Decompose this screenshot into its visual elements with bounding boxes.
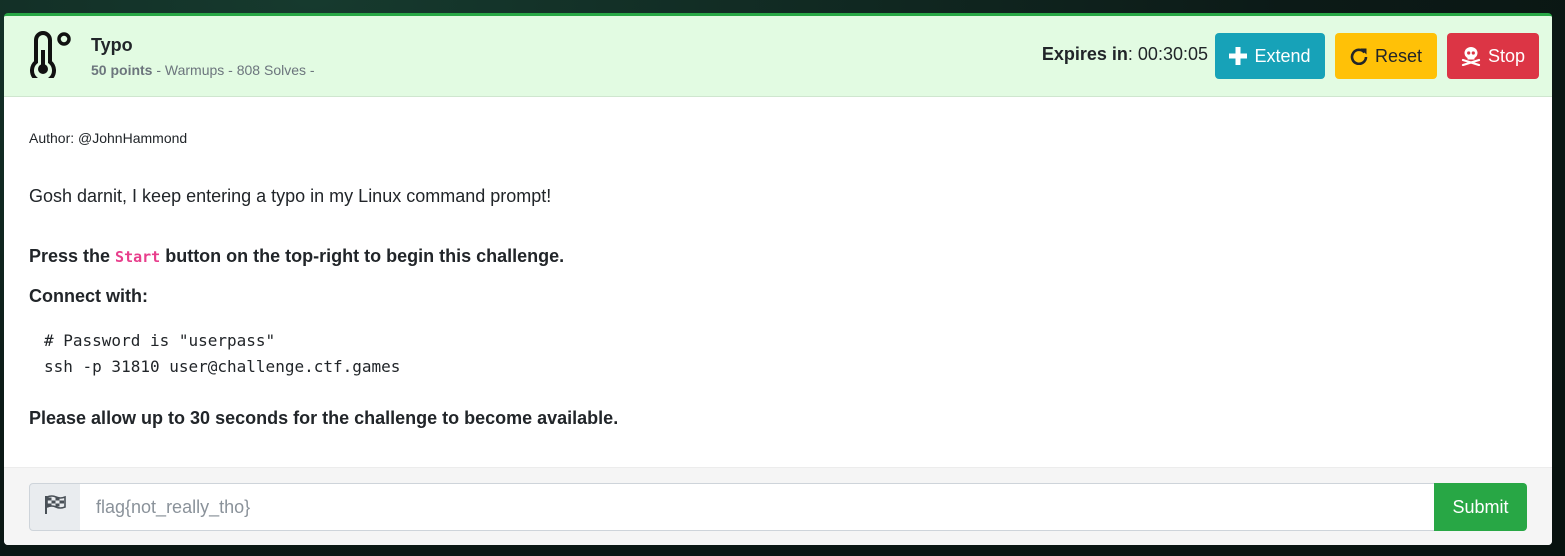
expires-timer: Expires in: 00:30:05 [1042,44,1208,65]
stop-label: Stop [1487,45,1526,66]
code-line-password: # Password is "userpass" [44,331,276,350]
challenge-body: Author: @JohnHammond Gosh darnit, I keep… [4,97,1552,467]
reset-button[interactable]: Reset [1335,33,1437,79]
extend-label: Extend [1254,45,1311,66]
start-instruction: Press the Start button on the top-right … [29,246,564,267]
flag-submit-form: Submit [4,467,1552,545]
challenge-meta-rest: - Warmups - 808 Solves - [152,62,315,78]
connect-label: Connect with: [29,286,148,306]
redo-icon [1350,47,1368,65]
submit-button[interactable]: Submit [1434,483,1527,531]
plus-icon [1229,47,1248,65]
challenge-points: 50 points [91,62,153,78]
skull-crossbones-icon [1461,46,1481,66]
challenge-header: Typo 50 points - Warmups - 808 Solves - … [4,16,1552,97]
flag-checkered-icon [44,494,66,520]
reset-label: Reset [1374,45,1423,66]
extend-button[interactable]: Extend [1215,33,1325,79]
challenge-card: Typo 50 points - Warmups - 808 Solves - … [4,13,1552,545]
code-line-ssh: ssh -p 31810 user@challenge.ctf.games [44,357,401,376]
start-instruction-after: button on the top-right to begin this ch… [160,246,565,266]
availability-note: Please allow up to 30 seconds for the ch… [29,408,619,428]
challenge-author: Author: @JohnHammond [29,130,188,146]
start-instruction-before: Press the [29,246,116,266]
thermometer-icon [26,30,74,84]
expires-value: : 00:30:05 [1127,44,1208,64]
stop-button[interactable]: Stop [1447,33,1539,79]
challenge-title: Typo [91,35,133,55]
challenge-meta: 50 points - Warmups - 808 Solves - [91,62,315,78]
expires-label: Expires in [1041,44,1128,64]
flag-input-prefix [29,483,81,531]
start-code: Start [115,248,161,266]
connection-code-block: # Password is "userpass" ssh -p 31810 use… [44,328,400,380]
flag-input[interactable] [80,483,1435,531]
challenge-description: Gosh darnit, I keep entering a typo in m… [29,186,552,206]
